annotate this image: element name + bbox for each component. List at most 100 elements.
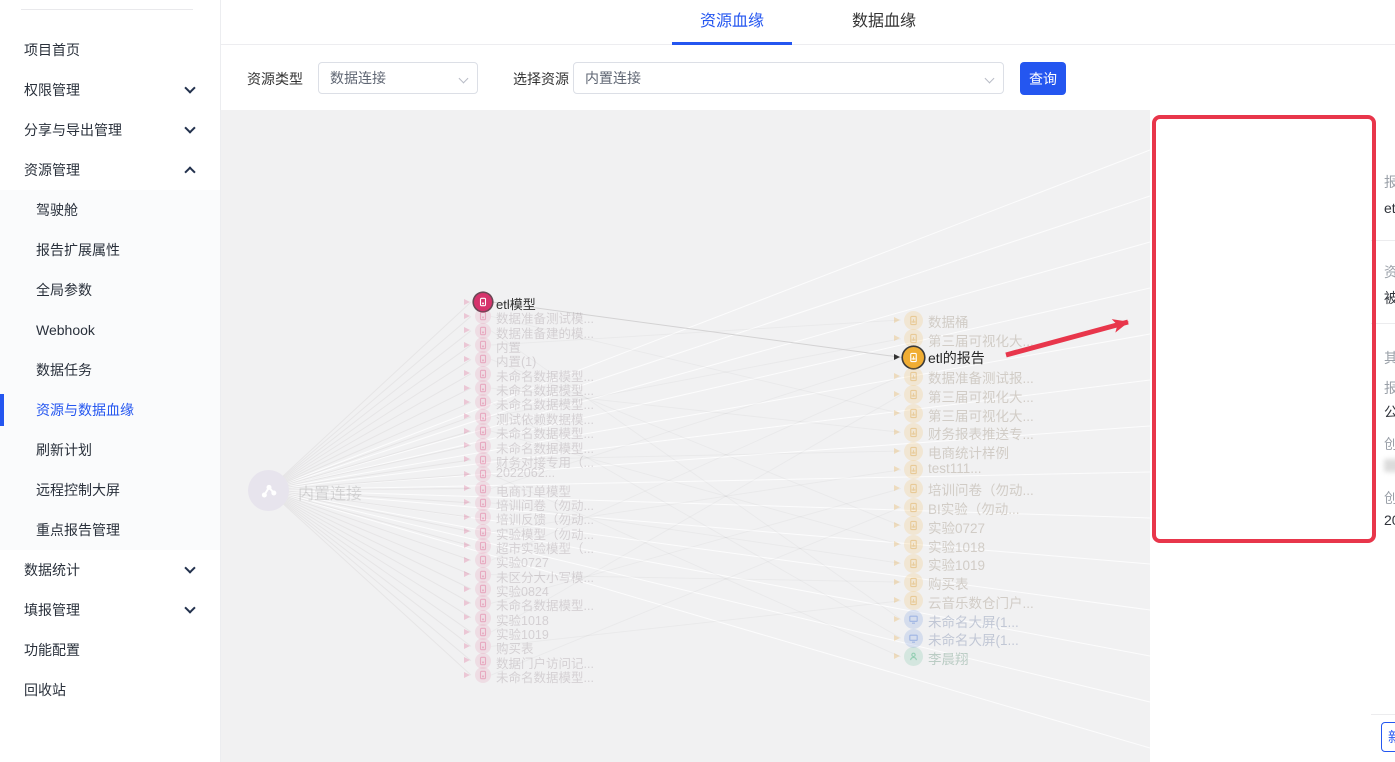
edge-arrowhead-icon bbox=[464, 514, 470, 520]
edge-arrowhead-icon bbox=[894, 560, 900, 566]
node-label: 第三届可视化大... bbox=[928, 386, 1034, 406]
select-resource-label: 选择资源 bbox=[513, 69, 569, 89]
sidebar-item-label: 分享与导出管理 bbox=[24, 122, 122, 138]
node-label: 未命名数据模型... bbox=[496, 667, 594, 686]
sidebar-item-驾驶舱[interactable]: 驾驶舱 bbox=[0, 190, 220, 230]
node-label: test111... bbox=[928, 461, 982, 476]
sidebar-item-重点报告管理[interactable]: 重点报告管理 bbox=[0, 510, 220, 550]
sidebar-item-label: 数据统计 bbox=[24, 562, 80, 578]
edge-arrowhead-icon bbox=[464, 657, 470, 663]
edge-arrowhead-icon bbox=[894, 597, 900, 603]
report-detail-panel: 报告详情 报告名称 etl的报告 资源依赖 被0个门户依赖 其他信息 报告路径 … bbox=[1371, 110, 1395, 762]
edge-arrowhead-icon bbox=[464, 385, 470, 391]
sidebar-item-label: 回收站 bbox=[24, 682, 66, 698]
sidebar-item-资源与数据血缘[interactable]: 资源与数据血缘 bbox=[0, 390, 220, 430]
screen-node-未命名大屏(1...[interactable] bbox=[904, 629, 923, 648]
node-label: 2022062... bbox=[496, 466, 555, 480]
main-content: 资源血缘数据血缘 资源类型 数据连接 选择资源 内置连接 查询 内置连接 et bbox=[221, 0, 1395, 762]
edge-arrowhead-icon bbox=[464, 442, 470, 448]
tab-数据血缘[interactable]: 数据血缘 bbox=[824, 0, 944, 44]
select-resource-select[interactable]: 内置连接 bbox=[573, 62, 1004, 94]
edge-arrowhead-icon bbox=[464, 327, 470, 333]
report-node-BI实验（勿动...[interactable] bbox=[904, 498, 923, 517]
edge-arrowhead-icon bbox=[894, 410, 900, 416]
edge-arrowhead-icon bbox=[464, 456, 470, 462]
creator-label: 创建人 bbox=[1384, 434, 1395, 454]
edge-arrowhead-icon bbox=[464, 370, 470, 376]
sidebar-item-权限管理[interactable]: 权限管理 bbox=[0, 70, 220, 110]
query-button[interactable]: 查询 bbox=[1020, 62, 1066, 95]
sidebar-item-分享与导出管理[interactable]: 分享与导出管理 bbox=[0, 110, 220, 150]
report-node-数据桶[interactable] bbox=[904, 311, 923, 330]
chevron-down-icon bbox=[184, 82, 195, 93]
sidebar-item-项目首页[interactable]: 项目首页 bbox=[0, 30, 220, 70]
edge-arrowhead-icon bbox=[464, 528, 470, 534]
report-node-数据准备测试报...[interactable] bbox=[904, 367, 923, 386]
edge-arrowhead-icon bbox=[464, 672, 470, 678]
tab-资源血缘[interactable]: 资源血缘 bbox=[672, 0, 792, 44]
report-node-test111...[interactable] bbox=[904, 460, 923, 479]
edge-arrowhead-icon bbox=[894, 354, 900, 360]
root-connection-node[interactable] bbox=[248, 470, 289, 511]
report-node-etl的报告[interactable] bbox=[903, 347, 924, 368]
sidebar-item-Webhook[interactable]: Webhook bbox=[0, 310, 220, 350]
sidebar-item-label: Webhook bbox=[36, 322, 95, 338]
sidebar-item-数据任务[interactable]: 数据任务 bbox=[0, 350, 220, 390]
sidebar-item-数据统计[interactable]: 数据统计 bbox=[0, 550, 220, 590]
chevron-down-icon bbox=[184, 602, 195, 613]
node-label: 电商统计样例 bbox=[928, 442, 1009, 462]
screen-node-未命名大屏(1...[interactable] bbox=[904, 610, 923, 629]
sidebar-item-报告扩展属性[interactable]: 报告扩展属性 bbox=[0, 230, 220, 270]
edge-arrowhead-icon bbox=[894, 504, 900, 510]
report-node-实验1018[interactable] bbox=[904, 535, 923, 554]
report-name-value: etl的报告 bbox=[1384, 198, 1395, 218]
section-divider bbox=[1371, 323, 1395, 324]
node-label: 未命名大屏(1... bbox=[928, 611, 1019, 631]
sidebar-item-label: 刷新计划 bbox=[36, 442, 92, 458]
sidebar-item-刷新计划[interactable]: 刷新计划 bbox=[0, 430, 220, 470]
report-node-培训问卷（勿动...[interactable] bbox=[904, 479, 923, 498]
sidebar-item-label: 远程控制大屏 bbox=[36, 482, 120, 498]
tab-bar: 资源血缘数据血缘 bbox=[221, 0, 1395, 45]
sidebar-item-功能配置[interactable]: 功能配置 bbox=[0, 630, 220, 670]
report-node-实验1019[interactable] bbox=[904, 554, 923, 573]
create-time-value: 2021-09-02 20:26:23 bbox=[1384, 512, 1395, 528]
sidebar-item-全局参数[interactable]: 全局参数 bbox=[0, 270, 220, 310]
report-node-电商统计样例[interactable] bbox=[904, 442, 923, 461]
sidebar-item-填报管理[interactable]: 填报管理 bbox=[0, 590, 220, 630]
resource-type-select[interactable]: 数据连接 bbox=[318, 62, 478, 94]
edge-arrowhead-icon bbox=[894, 373, 900, 379]
edge-arrowhead-icon bbox=[464, 571, 470, 577]
edge-arrowhead-icon bbox=[894, 653, 900, 659]
edge-arrowhead-icon bbox=[464, 413, 470, 419]
user-node-李晨翔[interactable] bbox=[904, 647, 923, 666]
edge-arrowhead-icon bbox=[894, 391, 900, 397]
resource-type-label: 资源类型 bbox=[247, 69, 303, 89]
sidebar-item-资源管理[interactable]: 资源管理 bbox=[0, 150, 220, 190]
sidebar-item-回收站[interactable]: 回收站 bbox=[0, 670, 220, 710]
edge-arrowhead-icon bbox=[894, 335, 900, 341]
node-label: 财务报表推送专... bbox=[928, 423, 1034, 443]
report-path-label: 报告路径 bbox=[1384, 378, 1395, 398]
edge-arrowhead-icon bbox=[894, 429, 900, 435]
report-node-第三届可视化大...[interactable] bbox=[904, 385, 923, 404]
report-node-第三届可视化大...[interactable] bbox=[904, 404, 923, 423]
edge-arrowhead-icon bbox=[894, 317, 900, 323]
sidebar-menu: 项目首页权限管理分享与导出管理资源管理驾驶舱报告扩展属性全局参数 Webhook 数… bbox=[0, 30, 220, 710]
chevron-down-icon bbox=[184, 562, 195, 573]
report-node-第三届可视化大...[interactable] bbox=[904, 329, 923, 348]
edge-arrowhead-icon bbox=[894, 635, 900, 641]
sidebar-item-远程控制大屏[interactable]: 远程控制大屏 bbox=[0, 470, 220, 510]
root-connection-label: 内置连接 bbox=[298, 480, 362, 504]
edge-arrowhead-icon bbox=[464, 629, 470, 635]
report-node-实验0727[interactable] bbox=[904, 516, 923, 535]
edge-arrowhead-icon bbox=[464, 428, 470, 434]
edge-arrowhead-icon bbox=[894, 485, 900, 491]
edge-arrowhead-icon bbox=[464, 313, 470, 319]
report-node-购买表[interactable] bbox=[904, 573, 923, 592]
report-node-财务报表推送专...[interactable] bbox=[904, 423, 923, 442]
model-node-未命名数据模型...[interactable] bbox=[475, 667, 491, 683]
chevron-down-icon bbox=[985, 74, 995, 84]
report-node-云音乐数仓门户...[interactable] bbox=[904, 591, 923, 610]
open-report-new-page-button[interactable]: 新页面打开报告 bbox=[1381, 722, 1395, 752]
